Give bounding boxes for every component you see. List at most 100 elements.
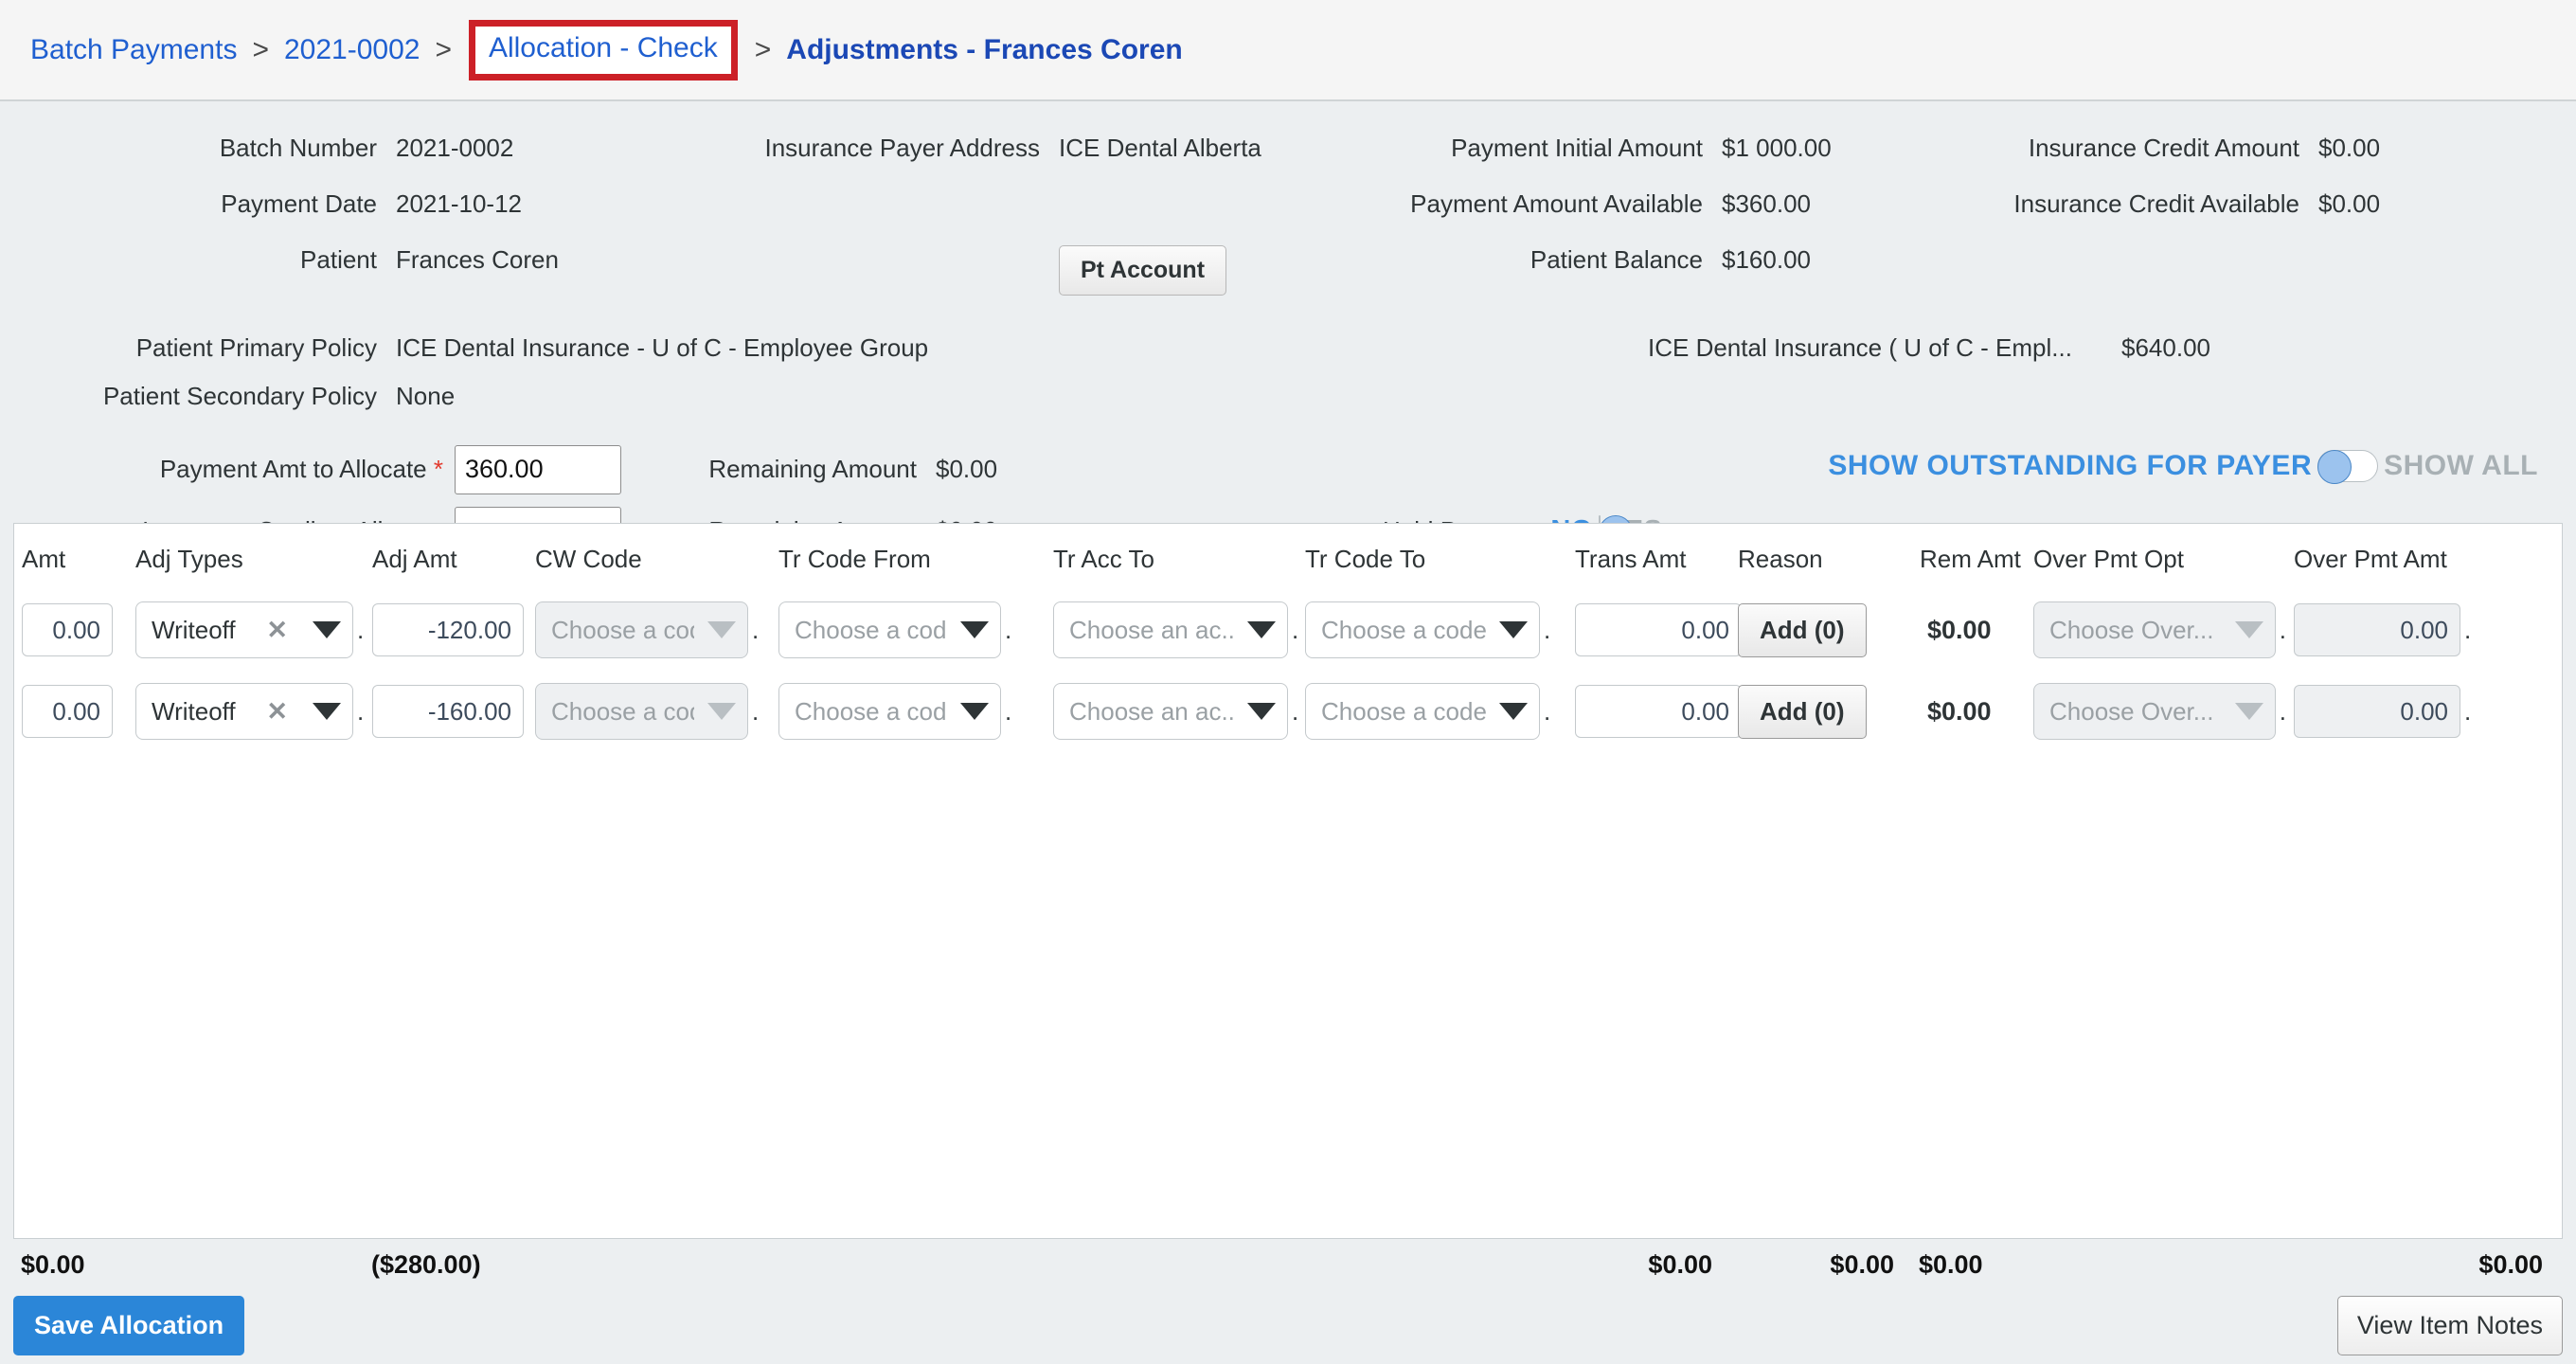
reason-add-button-row-1[interactable]: Add (0) xyxy=(1738,684,1867,739)
primary-policy-value: ICE Dental Insurance - U of C - Employee… xyxy=(396,333,929,362)
cell-tr-code-from: Choose a code xyxy=(771,601,1046,658)
table-row: Writeoff ✕ Choose a code Choo xyxy=(14,589,2562,671)
rem-amt-value-row-1: $0.00 xyxy=(1927,696,1992,726)
cell-amt xyxy=(14,685,128,738)
tr-code-from-select-row-1[interactable]: Choose a code xyxy=(778,683,1001,740)
cell-over-pmt-amt xyxy=(2286,685,2561,738)
primary-policy-amount: $640.00 xyxy=(2121,333,2210,362)
tr-code-from-select-row-0[interactable]: Choose a code xyxy=(778,601,1001,658)
show-outstanding-for-payer-label[interactable]: SHOW OUTSTANDING FOR PAYER xyxy=(1828,450,2312,482)
amt-input-row-1[interactable] xyxy=(22,685,113,738)
save-allocation-button[interactable]: Save Allocation xyxy=(13,1296,245,1355)
cell-cw-code: Choose a code xyxy=(528,601,771,658)
total-spacer-cw xyxy=(527,1250,770,1280)
total-spacer-tracc xyxy=(1045,1250,1297,1280)
cell-amt xyxy=(14,603,128,656)
tr-acc-to-select-row-0[interactable]: Choose an ac... xyxy=(1053,601,1288,658)
primary-policy-short-name: ICE Dental Insurance ( U of C - Empl... xyxy=(1648,333,2072,362)
total-adj-amt: ($280.00) xyxy=(371,1250,481,1279)
cw-code-select-row-1: Choose a code xyxy=(535,683,748,740)
payment-amt-to-allocate-text: Payment Amt to Allocate xyxy=(159,455,427,483)
chevron-down-icon xyxy=(2234,703,2263,720)
over-pmt-opt-select-row-1: Choose Over... xyxy=(2033,683,2276,740)
cell-trans-amt xyxy=(1567,603,1742,656)
rem-amt-value-row-0: $0.00 xyxy=(1927,615,1992,644)
over-pmt-opt-placeholder-row-0: Choose Over... xyxy=(2049,615,2214,644)
clear-icon[interactable]: ✕ xyxy=(266,617,288,643)
total-rem-amt: $0.00 xyxy=(1919,1250,1983,1279)
breadcrumb-item-allocation-check[interactable]: Allocation - Check xyxy=(489,32,718,64)
show-outstanding-switch[interactable] xyxy=(2317,450,2379,484)
column-header-adj-types: Adj Types xyxy=(135,545,243,573)
insurance-payer-address-label: Insurance Payer Address xyxy=(764,134,1041,162)
trans-amt-input-row-1[interactable] xyxy=(1575,685,1742,738)
total-spacer-overopt xyxy=(2025,1250,2285,1280)
clear-icon[interactable]: ✕ xyxy=(266,698,288,725)
secondary-policy-row: Patient Secondary Policy None xyxy=(0,372,2576,421)
batch-number-value: 2021-0002 xyxy=(396,134,514,162)
trans-amt-input-row-0[interactable] xyxy=(1575,603,1742,656)
payment-amount-available-label: Payment Amount Available xyxy=(1410,189,1703,218)
show-outstanding-switch-knob xyxy=(2317,450,2352,484)
breadcrumb-item-batch-number[interactable]: 2021-0002 xyxy=(284,34,420,66)
show-all-label[interactable]: SHOW ALL xyxy=(2384,450,2538,482)
column-header-spacer xyxy=(2561,545,2562,574)
totals-row: $0.00 ($280.00) $0.00 $0.00 $0.00 $0.00 xyxy=(0,1239,2576,1280)
cw-code-placeholder-row-1: Choose a code xyxy=(551,696,694,726)
insurance-payer-address-value: ICE Dental Alberta xyxy=(1059,134,1261,162)
chevron-down-icon xyxy=(2234,621,2263,638)
breadcrumb-item-adjustments-current: Adjustments - Frances Coren xyxy=(786,33,1183,65)
payment-amt-input-cell xyxy=(455,444,644,494)
amt-input-row-0[interactable] xyxy=(22,603,113,656)
footer: $0.00 ($280.00) $0.00 $0.00 $0.00 $0.00 … xyxy=(0,1239,2576,1364)
tr-code-to-select-row-1[interactable]: Choose a code xyxy=(1305,683,1540,740)
tr-acc-to-placeholder-row-0: Choose an ac... xyxy=(1069,615,1234,644)
column-header-over-pmt-opt: Over Pmt Opt xyxy=(2033,545,2184,573)
insurance-credit-amount-label: Insurance Credit Amount xyxy=(2028,134,2299,162)
primary-policy-row: Patient Primary Policy ICE Dental Insura… xyxy=(0,324,2576,372)
adj-types-select-row-1[interactable]: Writeoff ✕ xyxy=(135,683,353,740)
cell-reason: Add (0) xyxy=(1730,684,1912,739)
allocation-adjustments-page: Batch Payments > 2021-0002 > Allocation … xyxy=(0,0,2576,1364)
adj-amt-input-row-1[interactable] xyxy=(372,685,524,738)
cell-over-pmt-amt xyxy=(2286,603,2561,656)
insurance-credit-available-label: Insurance Credit Available xyxy=(2013,189,2299,218)
column-header-trans-amt: Trans Amt xyxy=(1575,545,1687,573)
remaining-amount-label-1: Remaining Amount xyxy=(708,455,917,483)
pt-account-cell: Pt Account xyxy=(1051,232,1373,309)
view-item-notes-button[interactable]: View Item Notes xyxy=(2336,1296,2563,1355)
tr-code-to-select-row-0[interactable]: Choose a code xyxy=(1305,601,1540,658)
payment-amount-available-value: $360.00 xyxy=(1722,189,1811,218)
payment-date-value: 2021-10-12 xyxy=(396,189,522,218)
over-pmt-opt-select-row-0: Choose Over... xyxy=(2033,601,2276,658)
footer-buttons: Save Allocation View Item Notes xyxy=(0,1296,2576,1355)
payment-info-panel: Batch Number 2021-0002 Insurance Payer A… xyxy=(0,101,2576,556)
column-header-adj-amt: Adj Amt xyxy=(372,545,457,573)
tr-acc-to-select-row-1[interactable]: Choose an ac... xyxy=(1053,683,1288,740)
chevron-down-icon xyxy=(1247,621,1276,638)
reason-add-button-row-0[interactable]: Add (0) xyxy=(1738,602,1867,657)
column-header-tr-acc-to: Tr Acc To xyxy=(1053,545,1154,573)
tr-code-from-placeholder-row-1: Choose a code xyxy=(795,696,947,726)
breadcrumb-separator: > xyxy=(252,33,269,65)
breadcrumb-item-batch-payments[interactable]: Batch Payments xyxy=(30,34,237,66)
adjustments-table-body: Writeoff ✕ Choose a code Choo xyxy=(14,589,2562,1238)
column-header-reason: Reason xyxy=(1738,545,1823,573)
tr-code-to-placeholder-row-1: Choose a code xyxy=(1321,696,1486,726)
cell-adj-amt xyxy=(365,603,528,656)
over-pmt-amt-input-row-0 xyxy=(2294,603,2460,656)
payment-date-label: Payment Date xyxy=(221,189,377,218)
payment-amt-to-allocate-input[interactable] xyxy=(455,444,621,494)
tr-code-to-placeholder-row-0: Choose a code xyxy=(1321,615,1486,644)
pt-account-button[interactable]: Pt Account xyxy=(1059,245,1227,296)
primary-policy-label: Patient Primary Policy xyxy=(135,333,377,362)
column-header-tr-code-to: Tr Code To xyxy=(1305,545,1426,573)
adj-types-select-row-0[interactable]: Writeoff ✕ xyxy=(135,601,353,658)
over-pmt-amt-input-row-1 xyxy=(2294,685,2460,738)
remaining-amount-value-1: $0.00 xyxy=(936,455,998,483)
cell-tr-acc-to: Choose an ac... xyxy=(1046,683,1297,740)
total-reason: $0.00 xyxy=(1830,1250,1894,1279)
adj-amt-input-row-0[interactable] xyxy=(372,603,524,656)
